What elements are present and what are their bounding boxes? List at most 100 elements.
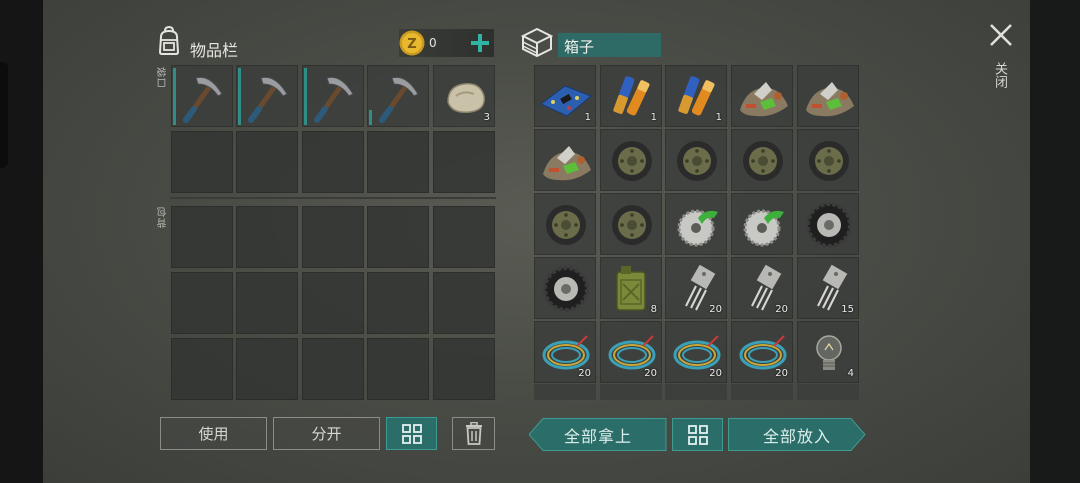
- empty-slot[interactable]: [236, 206, 298, 268]
- empty-slot[interactable]: [302, 206, 364, 268]
- empty-slot[interactable]: [302, 338, 364, 400]
- item-slot[interactable]: 15: [797, 257, 859, 319]
- item-quantity: 20: [775, 368, 788, 379]
- item-quantity: 4: [847, 368, 854, 379]
- item-slot[interactable]: [731, 65, 793, 127]
- take-all-label: 全部拿上: [563, 426, 632, 446]
- backpack-label: 背包: [158, 206, 169, 228]
- empty-slot[interactable]: [236, 131, 298, 193]
- empty-slot[interactable]: [171, 338, 233, 400]
- wheel-icon: [612, 141, 652, 181]
- coin-icon: Z: [399, 30, 425, 56]
- pickaxe-icon: [248, 76, 288, 123]
- item-quantity: 1: [650, 112, 657, 123]
- scrap-pile-icon: [740, 82, 788, 117]
- item-quantity: 15: [841, 304, 854, 315]
- pickaxe-icon: [379, 76, 419, 123]
- item-slot[interactable]: 20: [600, 321, 662, 383]
- crate-icon: [520, 27, 554, 58]
- empty-slot[interactable]: [367, 272, 429, 334]
- box-grid-overflow: [534, 384, 861, 400]
- item-quantity: 20: [709, 368, 722, 379]
- wheel-icon: [809, 141, 849, 181]
- item-quantity: 20: [644, 368, 657, 379]
- item-slot[interactable]: [797, 193, 859, 255]
- empty-slot[interactable]: [433, 206, 495, 268]
- item-slot[interactable]: 1: [665, 65, 727, 127]
- item-slot[interactable]: [302, 65, 364, 127]
- empty-slot[interactable]: [236, 338, 298, 400]
- item-quantity: 3: [483, 112, 490, 123]
- use-button[interactable]: 使用: [160, 417, 267, 450]
- item-slot[interactable]: [236, 65, 298, 127]
- empty-slot[interactable]: [171, 272, 233, 334]
- item-slot[interactable]: [534, 193, 596, 255]
- item-quantity: 20: [578, 368, 591, 379]
- take-all-button[interactable]: 全部拿上: [529, 418, 667, 451]
- empty-slot[interactable]: [367, 338, 429, 400]
- item-slot[interactable]: [797, 129, 859, 191]
- close-icon[interactable]: [988, 22, 1014, 48]
- empty-slot[interactable]: [302, 131, 364, 193]
- item-slot[interactable]: 20: [665, 257, 727, 319]
- saw-blade-icon: [677, 209, 718, 247]
- item-slot[interactable]: 1: [534, 65, 596, 127]
- item-slot[interactable]: [600, 129, 662, 191]
- item-slot[interactable]: 20: [731, 257, 793, 319]
- item-quantity: 20: [775, 304, 788, 315]
- inventory-title: 物品栏: [190, 41, 239, 60]
- item-quantity: 20: [709, 304, 722, 315]
- tire-icon: [806, 202, 852, 248]
- delete-button[interactable]: [452, 417, 495, 450]
- item-slot[interactable]: [797, 65, 859, 127]
- pickaxe-icon: [183, 76, 223, 123]
- item-slot[interactable]: [367, 65, 429, 127]
- item-slot[interactable]: [171, 65, 233, 127]
- scrap-pile-icon: [806, 82, 854, 117]
- item-slot[interactable]: 4: [797, 321, 859, 383]
- empty-slot[interactable]: [433, 272, 495, 334]
- empty-slot[interactable]: [171, 131, 233, 193]
- empty-slot[interactable]: [367, 131, 429, 193]
- item-slot[interactable]: 8: [600, 257, 662, 319]
- put-all-button[interactable]: 全部放入: [728, 418, 866, 451]
- durability-bar: [369, 110, 372, 125]
- item-slot[interactable]: [731, 129, 793, 191]
- durability-bar: [304, 68, 307, 125]
- item-slot[interactable]: 1: [600, 65, 662, 127]
- close-label[interactable]: 关闭: [990, 62, 1009, 88]
- svg-text:Z: Z: [407, 37, 416, 52]
- trash-icon: [465, 421, 482, 445]
- empty-slot[interactable]: [171, 206, 233, 268]
- backpack-icon: [158, 25, 180, 55]
- add-coins-button[interactable]: [467, 30, 493, 56]
- box-title: 箱子: [564, 38, 595, 56]
- saw-blade-icon: [743, 209, 784, 247]
- item-slot[interactable]: [665, 193, 727, 255]
- item-slot[interactable]: [731, 193, 793, 255]
- put-all-label: 全部放入: [762, 426, 831, 446]
- item-quantity: 8: [650, 304, 657, 315]
- sort-inventory-button[interactable]: [386, 417, 437, 450]
- item-slot[interactable]: 3: [433, 65, 495, 127]
- item-quantity: 1: [715, 112, 722, 123]
- item-slot[interactable]: 20: [731, 321, 793, 383]
- durability-bar: [173, 68, 176, 125]
- empty-slot[interactable]: [302, 272, 364, 334]
- pickaxe-icon: [314, 76, 354, 123]
- item-slot[interactable]: [600, 193, 662, 255]
- item-slot[interactable]: [665, 129, 727, 191]
- item-slot[interactable]: [534, 129, 596, 191]
- wheel-icon: [743, 141, 783, 181]
- item-slot[interactable]: [534, 257, 596, 319]
- empty-slot[interactable]: [433, 338, 495, 400]
- item-quantity: 1: [584, 112, 591, 123]
- sort-box-button[interactable]: [672, 418, 723, 451]
- split-button[interactable]: 分开: [273, 417, 380, 450]
- wheel-icon: [612, 205, 652, 245]
- empty-slot[interactable]: [367, 206, 429, 268]
- empty-slot[interactable]: [433, 131, 495, 193]
- item-slot[interactable]: 20: [534, 321, 596, 383]
- item-slot[interactable]: 20: [665, 321, 727, 383]
- empty-slot[interactable]: [236, 272, 298, 334]
